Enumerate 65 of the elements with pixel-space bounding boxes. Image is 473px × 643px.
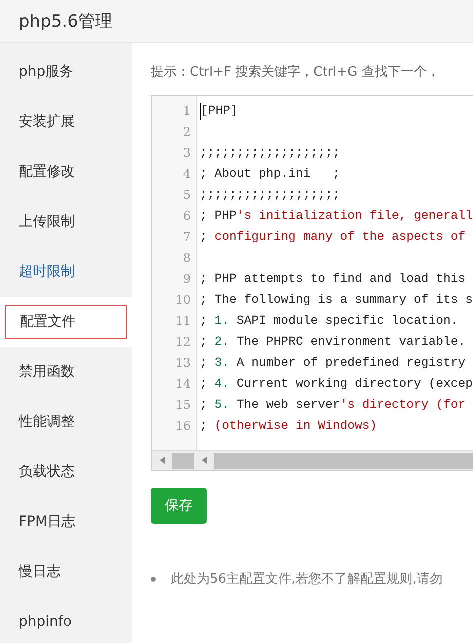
sidebar-item-label: phpinfo: [18, 614, 72, 630]
code-line: ; 5. The web server's directory (for: [200, 397, 466, 414]
line-number: 12: [174, 334, 192, 351]
sidebar-item[interactable]: 负载状态: [0, 447, 132, 497]
code-line: ;;;;;;;;;;;;;;;;;;;: [200, 145, 340, 162]
line-number: 16: [174, 418, 192, 435]
code-line: ; The following is a summary of its s: [200, 292, 473, 309]
sidebar-item[interactable]: phpinfo: [0, 597, 132, 643]
code-line: ;;;;;;;;;;;;;;;;;;;: [200, 187, 340, 204]
line-number: 6: [182, 208, 192, 225]
scroll-left-icon[interactable]: [202, 457, 206, 464]
scrollbar-thumb[interactable]: [172, 452, 194, 468]
code-line: ; configuring many of the aspects of: [200, 229, 466, 246]
sidebar-item-label: 超时限制: [18, 263, 75, 281]
sidebar-item[interactable]: 安装扩展: [0, 97, 132, 147]
hint-text: 提示：Ctrl+F 搜索关键字，Ctrl+G 查找下一个，: [151, 64, 441, 82]
bullet-icon: [151, 576, 156, 582]
code-line: ; 1. SAPI module specific location.: [200, 313, 458, 330]
sidebar-item[interactable]: 配置修改: [0, 147, 132, 197]
line-number: 11: [174, 313, 192, 330]
code-line: ; About php.ini ;: [200, 166, 340, 183]
code-line: ; PHP's initialization file, generall: [200, 208, 473, 225]
sidebar-item-label: 配置文件: [5, 305, 127, 339]
code-line: ; (otherwise in Windows): [200, 418, 378, 435]
sidebar-item[interactable]: 禁用函数: [0, 347, 132, 397]
sidebar-item-label: 慢日志: [18, 563, 61, 581]
sidebar-item[interactable]: php服务: [0, 47, 132, 97]
line-number: 4: [182, 166, 192, 183]
line-number: 1: [182, 103, 192, 120]
line-number: 2: [182, 124, 192, 141]
code-line: ; 3. A number of predefined registry: [200, 355, 466, 372]
code-editor[interactable]: [151, 95, 473, 471]
code-line: ; 4. Current working directory (excep: [200, 376, 473, 393]
sidebar-item[interactable]: 超时限制: [0, 247, 132, 297]
sidebar-item[interactable]: FPM日志: [0, 497, 132, 547]
horizontal-scrollbar[interactable]: [152, 450, 473, 470]
line-number: 8: [182, 250, 192, 267]
sidebar-item-label: 禁用函数: [18, 363, 75, 381]
sidebar-item[interactable]: 性能调整: [0, 397, 132, 447]
sidebar-item[interactable]: 慢日志: [0, 547, 132, 597]
page-title: php5.6管理: [19, 10, 112, 32]
code-line: ; PHP attempts to find and load this: [200, 271, 466, 288]
sidebar-item-label: 安装扩展: [18, 113, 75, 131]
scrollbar-thumb[interactable]: [214, 452, 473, 468]
code-line: ; 2. The PHPRC environment variable.: [200, 334, 466, 351]
line-number: 9: [182, 271, 192, 288]
line-number: 10: [174, 292, 192, 309]
line-number: 3: [182, 145, 192, 162]
sidebar-item-label: 配置修改: [18, 163, 75, 181]
line-number: 14: [174, 376, 192, 393]
scroll-left-icon[interactable]: [160, 457, 164, 464]
text-cursor: [200, 103, 201, 120]
sidebar-item-label: php服务: [18, 63, 74, 81]
sidebar-item-label: 上传限制: [18, 213, 75, 231]
sidebar-item-label: FPM日志: [18, 513, 76, 531]
code-line: [PHP]: [201, 103, 238, 120]
line-number: 5: [182, 187, 192, 204]
line-number: 15: [174, 397, 192, 414]
sidebar-item-label: 性能调整: [18, 413, 75, 431]
line-number: 13: [174, 355, 192, 372]
sidebar-item[interactable]: 配置文件: [0, 297, 132, 347]
note-text: 此处为56主配置文件,若您不了解配置规则,请勿: [171, 571, 443, 588]
sidebar-item[interactable]: 上传限制: [0, 197, 132, 247]
sidebar-item-label: 负载状态: [18, 463, 75, 481]
line-number: 7: [182, 229, 192, 246]
